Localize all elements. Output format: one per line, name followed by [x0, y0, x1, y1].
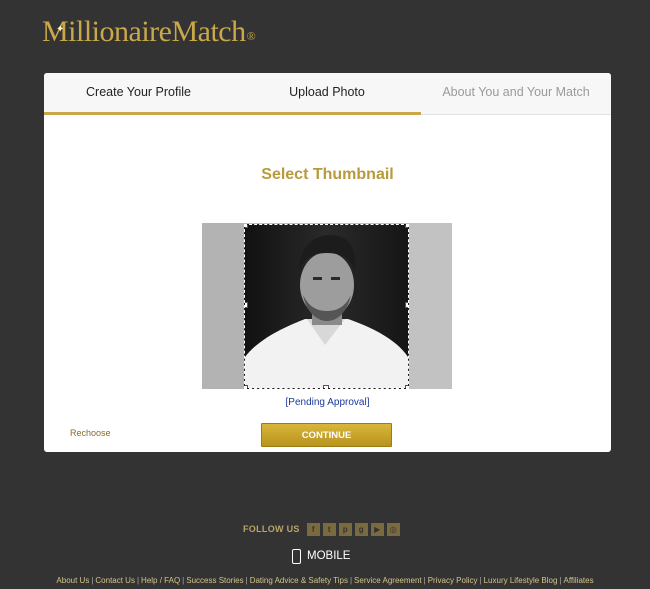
crop-handle-bottom-left[interactable]: [245, 385, 248, 388]
google-plus-icon[interactable]: g: [354, 522, 368, 536]
mobile-link[interactable]: MOBILE: [292, 547, 350, 565]
profile-photo: [245, 225, 408, 388]
photo-background-left: [202, 223, 244, 389]
footer-link-advice[interactable]: Dating Advice & Safety Tips: [250, 576, 348, 585]
follow-us-label: FOLLOW US: [243, 524, 300, 534]
logo-text: MillionaireMatch: [42, 15, 246, 48]
sparkle-icon: ✦: [56, 24, 64, 35]
facebook-icon[interactable]: f: [306, 522, 320, 536]
footer-link-contact[interactable]: Contact Us: [95, 576, 135, 585]
step-tabs: Create Your Profile Upload Photo About Y…: [44, 73, 611, 115]
footer-link-affiliates[interactable]: Affiliates: [564, 576, 594, 585]
footer-link-agreement[interactable]: Service Agreement: [354, 576, 422, 585]
crop-handle-top-left[interactable]: [245, 225, 248, 228]
photo-background-right: [408, 223, 452, 389]
phone-icon: [292, 548, 301, 564]
twitter-icon[interactable]: t: [322, 522, 336, 536]
thumbnail-crop-box[interactable]: [244, 224, 409, 389]
crop-handle-top-right[interactable]: [405, 225, 408, 228]
youtube-icon[interactable]: ▶: [370, 522, 384, 536]
registered-mark: ®: [246, 29, 256, 43]
rechoose-link[interactable]: Rechoose: [70, 428, 111, 438]
crop-handle-left[interactable]: [245, 302, 248, 308]
crop-handle-bottom-right[interactable]: [405, 385, 408, 388]
tab-about-you[interactable]: About You and Your Match: [421, 73, 611, 114]
continue-button[interactable]: CONTINUE: [261, 423, 392, 447]
approval-status: [Pending Approval]: [285, 397, 370, 408]
crop-handle-right[interactable]: [405, 302, 408, 308]
footer-link-help[interactable]: Help / FAQ: [141, 576, 180, 585]
mobile-label: MOBILE: [307, 550, 351, 562]
footer-link-about[interactable]: About Us: [56, 576, 89, 585]
photo-preview: [202, 223, 452, 389]
footer-links: About Us | Contact Us | Help / FAQ | Success S…: [56, 576, 594, 585]
upload-card: Create Your Profile Upload Photo About Y…: [44, 73, 611, 452]
page-title: Select Thumbnail: [261, 166, 394, 183]
instagram-icon[interactable]: ◎: [386, 522, 400, 536]
tab-upload-photo[interactable]: Upload Photo: [233, 73, 421, 114]
pinterest-icon[interactable]: p: [338, 522, 352, 536]
footer-link-success[interactable]: Success Stories: [186, 576, 243, 585]
site-logo[interactable]: ✦ MillionaireMatch®: [42, 14, 256, 50]
footer-link-privacy[interactable]: Privacy Policy: [428, 576, 478, 585]
follow-us: FOLLOW US f t p g ▶ ◎: [243, 522, 400, 536]
progress-underline: [44, 112, 421, 115]
crop-handle-bottom[interactable]: [323, 385, 329, 388]
tab-create-profile[interactable]: Create Your Profile: [44, 73, 233, 114]
footer-link-blog[interactable]: Luxury Lifestyle Blog: [484, 576, 558, 585]
